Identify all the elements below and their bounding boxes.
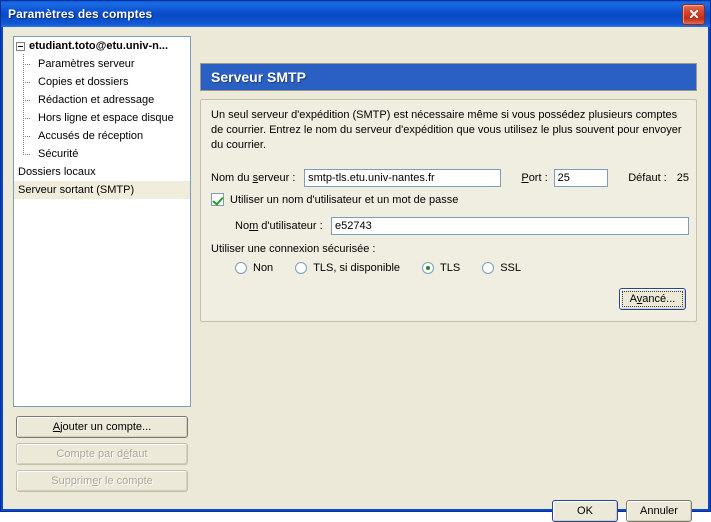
secure-connection-radios: Non TLS, si disponible TLS SSL: [235, 262, 543, 274]
ok-button[interactable]: OK: [552, 500, 618, 522]
tree-item-label: Sécurité: [38, 148, 78, 160]
dialog-body: etudiant.toto@etu.univ-n... Paramètres se…: [3, 27, 708, 509]
ok-label: OK: [577, 506, 593, 517]
port-input[interactable]: 25: [554, 169, 609, 187]
close-icon[interactable]: [682, 4, 705, 25]
radio-option[interactable]: SSL: [482, 262, 521, 274]
window-title: Paramètres des comptes: [8, 7, 682, 21]
default-account-button: Compte par défaut: [16, 443, 188, 465]
radio-icon[interactable]: [422, 262, 434, 274]
checkbox-icon[interactable]: [211, 193, 224, 206]
default-port-label: Défaut :: [628, 172, 667, 184]
tree-connector: [16, 127, 38, 145]
smtp-settings-group: Un seul serveur d'expédition (SMTP) est …: [200, 99, 697, 322]
tree-item[interactable]: Paramètres serveur: [14, 55, 190, 73]
default-port-value: 25: [677, 172, 689, 184]
collapse-icon[interactable]: [16, 42, 25, 51]
delete-account-button: Supprimer le compte: [16, 470, 188, 492]
server-name-row: Nom du serveur : smtp-tls.etu.univ-nante…: [211, 168, 689, 188]
cancel-button[interactable]: Annuler: [626, 500, 692, 522]
tree-item[interactable]: Rédaction et adressage: [14, 91, 190, 109]
tree-item[interactable]: Copies et dossiers: [14, 73, 190, 91]
username-label: Nom d'utilisateur :: [235, 220, 331, 232]
tree-item[interactable]: etudiant.toto@etu.univ-n...: [14, 37, 190, 55]
radio-option[interactable]: Non: [235, 262, 273, 274]
page-title: Serveur SMTP: [211, 69, 306, 85]
radio-option[interactable]: TLS, si disponible: [295, 262, 400, 274]
radio-label: TLS, si disponible: [313, 262, 400, 274]
username-input[interactable]: e52743: [331, 217, 689, 235]
account-settings-window: Paramètres des comptes etudiant.toto@etu…: [0, 0, 711, 512]
section-header: Serveur SMTP: [200, 63, 697, 91]
smtp-description: Un seul serveur d'expédition (SMTP) est …: [211, 108, 685, 153]
tree-item[interactable]: Sécurité: [14, 145, 190, 163]
tree-item[interactable]: Hors ligne et espace disque: [14, 109, 190, 127]
radio-label: SSL: [500, 262, 521, 274]
advanced-button[interactable]: Avancé...: [619, 288, 686, 310]
tree-item[interactable]: Dossiers locaux: [14, 163, 190, 181]
radio-icon[interactable]: [235, 262, 247, 274]
tree-item-label: Copies et dossiers: [38, 76, 129, 88]
default-account-label: Compte par défaut: [56, 449, 147, 460]
tree-item-label: Dossiers locaux: [18, 166, 96, 178]
delete-account-label: Supprimer le compte: [51, 476, 153, 487]
tree-connector: [16, 55, 38, 73]
add-account-label: Ajouter un compte...: [53, 422, 151, 433]
server-name-input[interactable]: smtp-tls.etu.univ-nantes.fr: [304, 169, 501, 187]
secure-connection-label: Utiliser une connexion sécurisée :: [211, 243, 375, 255]
tree-item-label: Accusés de réception: [38, 130, 143, 142]
radio-icon[interactable]: [295, 262, 307, 274]
tree-item[interactable]: Accusés de réception: [14, 127, 190, 145]
add-account-button[interactable]: Ajouter un compte...: [16, 416, 188, 438]
radio-label: Non: [253, 262, 273, 274]
tree-item[interactable]: Serveur sortant (SMTP): [14, 181, 190, 199]
port-label: Port :: [521, 172, 547, 184]
use-credentials-checkbox[interactable]: Utiliser un nom d'utilisateur et un mot …: [211, 193, 458, 206]
tree-connector: [16, 109, 38, 127]
tree-item-label: Rédaction et adressage: [38, 94, 154, 106]
focus-ring: [622, 291, 683, 307]
tree-item-label: Serveur sortant (SMTP): [18, 184, 134, 196]
tree-connector: [16, 73, 38, 91]
tree-connector: [16, 145, 38, 163]
radio-label: TLS: [440, 262, 460, 274]
tree-connector: [16, 91, 38, 109]
tree-spacer: [16, 181, 18, 199]
cancel-label: Annuler: [640, 506, 678, 517]
title-bar: Paramètres des comptes: [1, 1, 710, 27]
radio-option[interactable]: TLS: [422, 262, 460, 274]
radio-icon[interactable]: [482, 262, 494, 274]
tree-item-label: Hors ligne et espace disque: [38, 112, 174, 124]
use-credentials-label: Utiliser un nom d'utilisateur et un mot …: [230, 194, 458, 206]
tree-spacer: [16, 163, 18, 181]
username-row: Nom d'utilisateur : e52743: [235, 217, 689, 235]
server-name-label: Nom du serveur :: [211, 172, 304, 184]
account-tree[interactable]: etudiant.toto@etu.univ-n... Paramètres se…: [13, 36, 191, 407]
tree-item-label: Paramètres serveur: [38, 58, 135, 70]
tree-item-label: etudiant.toto@etu.univ-n...: [29, 40, 168, 52]
